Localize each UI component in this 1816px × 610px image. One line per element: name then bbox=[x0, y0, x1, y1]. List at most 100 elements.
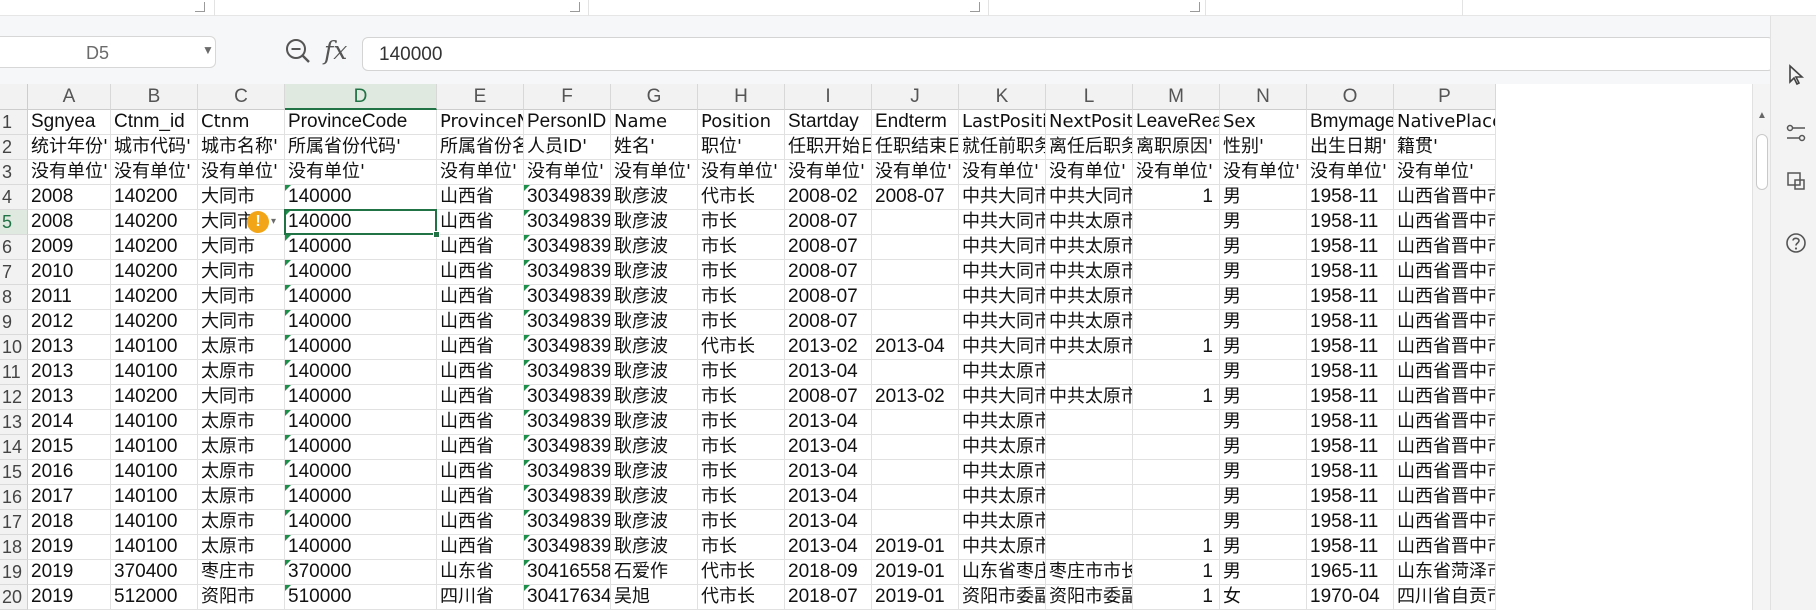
table-cell[interactable]: 2013-04 bbox=[785, 460, 872, 485]
table-cell[interactable]: 中共太原市委副书记、市政府副市 bbox=[959, 485, 1046, 510]
table-cell[interactable]: 四川省自贡市 bbox=[1394, 585, 1496, 610]
table-cell[interactable]: 2013-02 bbox=[872, 385, 959, 410]
table-cell[interactable]: 山西省晋中市科 bbox=[1394, 485, 1496, 510]
table-cell[interactable]: 山西省晋中市科 bbox=[1394, 210, 1496, 235]
table-cell[interactable]: 山东省 bbox=[437, 560, 524, 585]
table-cell[interactable]: 30349839 bbox=[524, 260, 611, 285]
table-cell[interactable]: 代市长 bbox=[698, 335, 785, 360]
table-cell[interactable] bbox=[1133, 260, 1220, 285]
table-cell[interactable]: 资阳市 bbox=[198, 585, 285, 610]
table-cell[interactable]: 1970-04 bbox=[1307, 585, 1394, 610]
table-cell[interactable]: 山西省 bbox=[437, 510, 524, 535]
table-cell[interactable]: 140000 bbox=[285, 410, 437, 435]
table-cell[interactable]: 2008 bbox=[28, 185, 111, 210]
table-cell[interactable]: 耿彦波 bbox=[611, 435, 698, 460]
warning-icon[interactable]: ! bbox=[247, 211, 269, 233]
table-cell[interactable]: 大同市 bbox=[198, 260, 285, 285]
table-cell[interactable]: 中共太原市委副书记、 bbox=[1046, 260, 1133, 285]
column-header[interactable]: G bbox=[611, 84, 698, 110]
table-cell[interactable]: 30349839 bbox=[524, 510, 611, 535]
row-header[interactable]: 12 bbox=[0, 385, 28, 410]
table-cell[interactable]: 市长 bbox=[698, 360, 785, 385]
table-cell[interactable]: 山东省枣庄 bbox=[959, 560, 1046, 585]
table-cell[interactable]: 2013-04 bbox=[785, 360, 872, 385]
table-cell[interactable]: 中共大同市 bbox=[959, 285, 1046, 310]
table-cell[interactable]: 耿彦波 bbox=[611, 510, 698, 535]
fx-icon[interactable]: fx bbox=[324, 36, 347, 65]
row-header[interactable]: 4 bbox=[0, 185, 28, 210]
table-cell[interactable]: 30416558 bbox=[524, 560, 611, 585]
table-cell[interactable]: Bmymager bbox=[1307, 110, 1394, 135]
connector-icon[interactable] bbox=[1785, 122, 1807, 144]
table-cell[interactable]: 中共太原市委副书记、市政府副市 bbox=[959, 360, 1046, 385]
table-cell[interactable]: Ctnm bbox=[198, 110, 285, 135]
table-cell[interactable]: 1958-11 bbox=[1307, 310, 1394, 335]
table-cell[interactable]: 四川省 bbox=[437, 585, 524, 610]
table-cell[interactable]: 没有单位' bbox=[1133, 160, 1220, 185]
table-cell[interactable]: 2013-04 bbox=[872, 335, 959, 360]
table-cell[interactable]: 2016 bbox=[28, 460, 111, 485]
column-header[interactable]: O bbox=[1307, 84, 1394, 110]
table-cell[interactable]: 140000 bbox=[285, 210, 437, 235]
table-cell[interactable]: ProvinceCode bbox=[285, 110, 437, 135]
table-cell[interactable]: 512000 bbox=[111, 585, 198, 610]
table-cell[interactable] bbox=[1133, 410, 1220, 435]
table-cell[interactable]: 2008-07 bbox=[785, 235, 872, 260]
table-cell[interactable]: 山西省晋中市科 bbox=[1394, 260, 1496, 285]
table-cell[interactable]: 山西省晋中市科 bbox=[1394, 335, 1496, 360]
table-cell[interactable]: 140200 bbox=[111, 285, 198, 310]
column-header[interactable]: A bbox=[28, 84, 111, 110]
table-cell[interactable]: LeaveReas bbox=[1133, 110, 1220, 135]
table-cell[interactable]: 山西省 bbox=[437, 285, 524, 310]
table-cell[interactable] bbox=[1046, 435, 1133, 460]
table-cell[interactable]: 太原市 bbox=[198, 410, 285, 435]
table-cell[interactable]: 1958-11 bbox=[1307, 535, 1394, 560]
table-cell[interactable]: 1958-11 bbox=[1307, 435, 1394, 460]
table-cell[interactable]: 510000 bbox=[285, 585, 437, 610]
table-cell[interactable]: 140000 bbox=[285, 485, 437, 510]
table-cell[interactable]: 30349839 bbox=[524, 235, 611, 260]
table-cell[interactable]: 山西省 bbox=[437, 535, 524, 560]
table-cell[interactable]: 市长 bbox=[698, 210, 785, 235]
table-cell[interactable]: 市长 bbox=[698, 285, 785, 310]
table-cell[interactable]: 140000 bbox=[285, 510, 437, 535]
table-cell[interactable]: 山西省晋中市科 bbox=[1394, 285, 1496, 310]
table-cell[interactable]: 2013-04 bbox=[785, 510, 872, 535]
table-cell[interactable] bbox=[1046, 485, 1133, 510]
table-cell[interactable]: 140100 bbox=[111, 485, 198, 510]
column-header[interactable]: B bbox=[111, 84, 198, 110]
table-cell[interactable]: 山西省 bbox=[437, 485, 524, 510]
table-cell[interactable]: 代市长 bbox=[698, 560, 785, 585]
column-header[interactable]: H bbox=[698, 84, 785, 110]
row-header[interactable]: 8 bbox=[0, 285, 28, 310]
table-cell[interactable]: 山西省 bbox=[437, 410, 524, 435]
table-cell[interactable]: 中共太原市委副书记、市政府副市 bbox=[959, 435, 1046, 460]
table-cell[interactable]: 370000 bbox=[285, 560, 437, 585]
table-cell[interactable]: 男 bbox=[1220, 360, 1307, 385]
table-cell[interactable]: 140000 bbox=[285, 335, 437, 360]
table-cell[interactable]: 任职开始日 bbox=[785, 135, 872, 160]
table-cell[interactable]: 1 bbox=[1133, 560, 1220, 585]
table-cell[interactable]: 2008-07 bbox=[872, 185, 959, 210]
table-cell[interactable]: 140100 bbox=[111, 410, 198, 435]
table-cell[interactable]: Ctnm_id bbox=[111, 110, 198, 135]
table-cell[interactable]: 2008-07 bbox=[785, 310, 872, 335]
table-cell[interactable]: 市长 bbox=[698, 535, 785, 560]
row-header[interactable]: 11 bbox=[0, 360, 28, 385]
table-cell[interactable]: 太原市 bbox=[198, 535, 285, 560]
column-header[interactable]: C bbox=[198, 84, 285, 110]
table-cell[interactable]: 山西省晋中市科 bbox=[1394, 535, 1496, 560]
table-cell[interactable] bbox=[1133, 485, 1220, 510]
row-header[interactable]: 10 bbox=[0, 335, 28, 360]
table-cell[interactable]: 山西省 bbox=[437, 235, 524, 260]
table-cell[interactable]: 枣庄市 bbox=[198, 560, 285, 585]
table-cell[interactable]: 1958-11 bbox=[1307, 235, 1394, 260]
table-cell[interactable]: 山西省晋中市科 bbox=[1394, 360, 1496, 385]
table-cell[interactable]: 代市长 bbox=[698, 585, 785, 610]
table-cell[interactable]: 耿彦波 bbox=[611, 535, 698, 560]
table-cell[interactable]: 1958-11 bbox=[1307, 335, 1394, 360]
table-cell[interactable]: 2008-02 bbox=[785, 185, 872, 210]
column-header[interactable]: K bbox=[959, 84, 1046, 110]
table-cell[interactable]: PersonID bbox=[524, 110, 611, 135]
table-cell[interactable]: 大同市 bbox=[198, 235, 285, 260]
